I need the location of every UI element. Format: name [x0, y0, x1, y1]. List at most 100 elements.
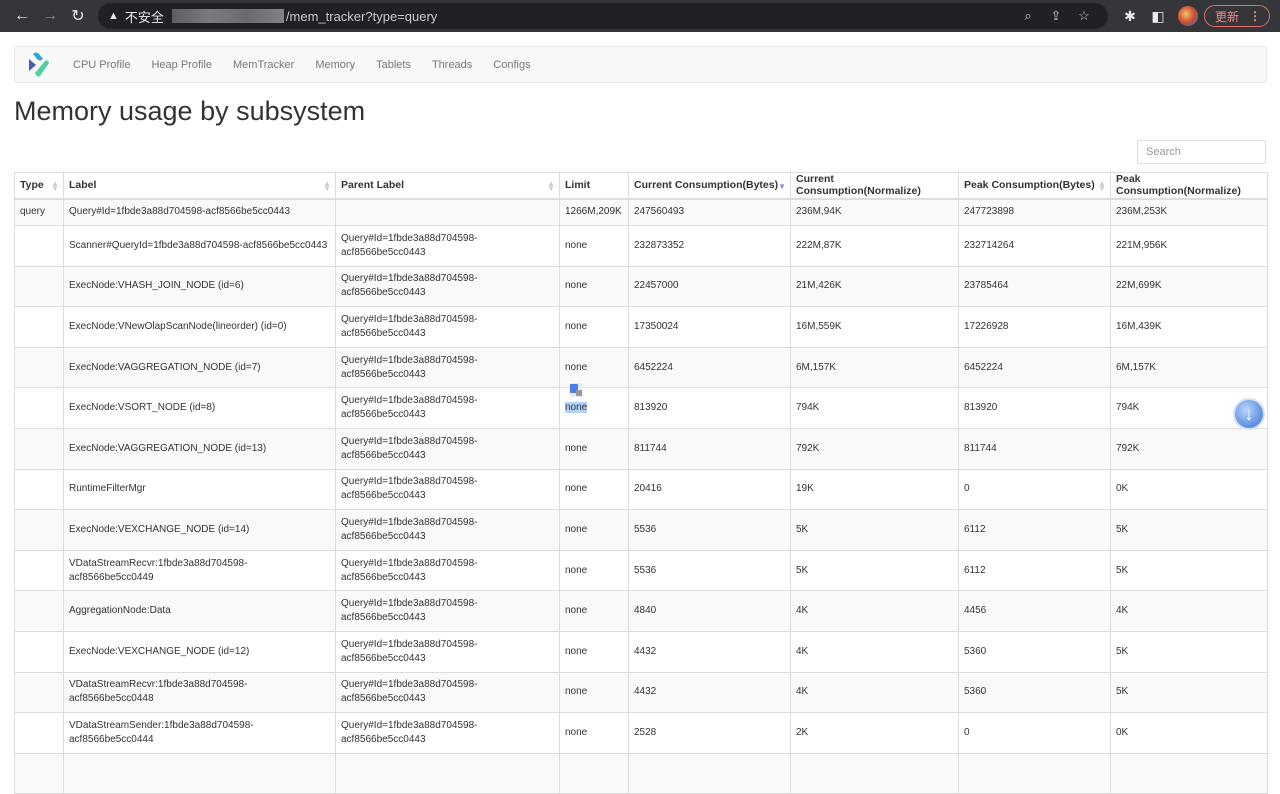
insecure-label: 不安全	[124, 9, 164, 25]
app-navbar: CPU Profile Heap Profile MemTracker Memo…	[14, 46, 1267, 83]
nav-tablets[interactable]: Tablets	[376, 59, 411, 71]
cell-label-text: ExecNode:VNewOlapScanNode(lineorder) (id…	[69, 320, 287, 332]
search-input[interactable]	[1137, 140, 1266, 164]
col-header-label: Peak Consumption(Normalize)	[1116, 173, 1241, 198]
cell-type-text: query	[20, 206, 46, 218]
nav-heap-profile[interactable]: Heap Profile	[151, 59, 212, 71]
nav-memtracker[interactable]: MemTracker	[233, 59, 294, 71]
cell-peak-bytes	[958, 752, 1111, 794]
translate-icon[interactable]	[569, 383, 583, 397]
cell-limit-text: none	[565, 239, 588, 251]
cell-current-bytes: 4840	[628, 590, 791, 632]
cell-peak-normalize-text: 0K	[1116, 483, 1129, 495]
cell-limit: none	[559, 346, 629, 389]
col-header-peak-bytes[interactable]: Peak Consumption(Bytes) ▲ ▼	[958, 172, 1111, 200]
cell-peak-normalize-text: 0K	[1116, 726, 1129, 738]
cell-current-normalize-text: 16M,559K	[796, 320, 842, 332]
back-icon[interactable]: ←	[8, 7, 36, 25]
cell-peak-bytes-text: 247723898	[964, 206, 1015, 218]
nav-threads[interactable]: Threads	[432, 59, 472, 71]
cell-label	[63, 752, 336, 794]
col-header-label: Peak Consumption(Bytes)	[964, 179, 1095, 192]
cell-label: RuntimeFilterMgr	[63, 468, 336, 511]
cell-current-bytes: 232873352	[628, 225, 791, 267]
cell-peak-normalize-text: 221M,956K	[1116, 239, 1168, 251]
share-icon[interactable]: ⇪	[1042, 8, 1070, 24]
cell-current-bytes-text: 247560493	[634, 206, 685, 218]
cell-parent-label: Query#Id=1fbde3a88d704598-acf8566be5cc04…	[335, 671, 560, 714]
reload-icon[interactable]: ↻	[64, 6, 92, 26]
cell-limit: none	[559, 549, 629, 592]
cell-limit-text: 1266M,209K	[565, 206, 622, 218]
col-header-type[interactable]: Type ▲ ▼	[14, 172, 64, 200]
logo-icon[interactable]	[27, 51, 53, 79]
col-header-current-bytes[interactable]: Current Consumption(Bytes) ▼	[628, 172, 791, 200]
bookmark-star-icon[interactable]: ☆	[1070, 8, 1098, 24]
nav-memory[interactable]: Memory	[315, 59, 355, 71]
cell-label: VDataStreamSender:1fbde3a88d704598-acf85…	[63, 712, 336, 754]
forward-icon[interactable]: →	[36, 7, 64, 25]
zoom-icon[interactable]: ⌕	[1014, 8, 1042, 24]
cell-current-normalize-text: 5K	[796, 523, 809, 535]
extensions-icon[interactable]: ✱	[1116, 8, 1144, 25]
cell-limit-text: none	[565, 320, 588, 332]
cell-current-normalize-text: 6M,157K	[796, 361, 837, 373]
cell-peak-bytes: 813920	[958, 387, 1111, 429]
cell-type	[14, 509, 64, 551]
cell-current-normalize-text: 794K	[796, 402, 820, 414]
cell-peak-bytes: 4456	[958, 590, 1111, 632]
cell-peak-bytes-text: 5360	[964, 645, 987, 657]
cell-current-normalize-text: 5K	[796, 564, 809, 576]
cell-current-bytes: 5536	[628, 549, 791, 592]
side-panel-icon[interactable]: ◧	[1144, 8, 1172, 25]
cell-label-text: ExecNode:VHASH_JOIN_NODE (id=6)	[69, 280, 244, 292]
cell-type	[14, 306, 64, 348]
update-button[interactable]: 更新 ⋮	[1203, 5, 1270, 27]
cell-current-bytes: 22457000	[628, 265, 791, 308]
redacted-host	[171, 9, 284, 23]
address-bar[interactable]: ▲ 不安全 /mem_tracker?type=query ⌕ ⇪ ☆	[98, 3, 1108, 29]
cell-current-bytes	[628, 752, 791, 794]
sort-icon: ▲ ▼	[547, 179, 555, 193]
cell-current-normalize: 2K	[790, 712, 959, 754]
cell-limit-text: none	[565, 726, 588, 738]
cell-parent-label: Query#Id=1fbde3a88d704598-acf8566be5cc04…	[335, 265, 560, 308]
scroll-down-icon[interactable]: ↓	[1233, 398, 1265, 430]
cell-current-normalize-text: 4K	[796, 605, 809, 617]
cell-peak-normalize	[1110, 752, 1268, 794]
cell-label: ExecNode:VSORT_NODE (id=8)	[63, 387, 336, 429]
warning-icon[interactable]: ▲	[108, 10, 119, 22]
cell-peak-bytes: 0	[958, 712, 1111, 754]
cell-current-bytes: 2528	[628, 712, 791, 754]
table-row: VDataStreamRecvr:1fbde3a88d704598-acf856…	[14, 549, 1268, 592]
cell-limit-text: none	[565, 483, 588, 495]
url-text[interactable]: /mem_tracker?type=query	[286, 9, 437, 24]
cell-peak-normalize: 6M,157K	[1110, 346, 1268, 389]
col-header-current-normalize[interactable]: Current Consumption(Normalize)	[790, 172, 959, 200]
cell-current-normalize: 4K	[790, 671, 959, 714]
cell-peak-bytes-text: 6112	[964, 523, 986, 535]
cell-parent-label	[335, 752, 560, 794]
col-header-limit[interactable]: Limit	[559, 172, 629, 200]
cell-current-bytes-text: 4840	[634, 605, 657, 617]
cell-peak-bytes: 17226928	[958, 306, 1111, 348]
nav-configs[interactable]: Configs	[493, 59, 530, 71]
cell-parent-label: Query#Id=1fbde3a88d704598-acf8566be5cc04…	[335, 630, 560, 673]
cell-peak-normalize-text: 5K	[1116, 686, 1129, 698]
cell-current-normalize-text: 21M,426K	[796, 280, 842, 292]
table-row: VDataStreamSender:1fbde3a88d704598-acf85…	[14, 712, 1268, 754]
table-row: query Query#Id=1fbde3a88d704598-acf8566be…	[14, 198, 1268, 226]
nav-cpu-profile[interactable]: CPU Profile	[73, 59, 130, 71]
col-header-peak-normalize[interactable]: Peak Consumption(Normalize)	[1110, 172, 1268, 200]
cell-type	[14, 427, 64, 470]
cell-parent-label: Query#Id=1fbde3a88d704598-acf8566be5cc04…	[335, 346, 560, 389]
profile-avatar[interactable]	[1177, 6, 1198, 26]
cell-limit: none	[559, 509, 629, 551]
cell-peak-bytes-text: 232714264	[964, 239, 1015, 251]
sort-icon: ▲ ▼	[1098, 179, 1106, 193]
col-header-parent-label[interactable]: Parent Label ▲ ▼	[335, 172, 560, 200]
cell-type	[14, 265, 64, 308]
col-header-label[interactable]: Label ▲ ▼	[63, 172, 336, 200]
cell-limit-text: none	[565, 442, 588, 454]
cell-label: VDataStreamRecvr:1fbde3a88d704598-acf856…	[63, 671, 336, 714]
